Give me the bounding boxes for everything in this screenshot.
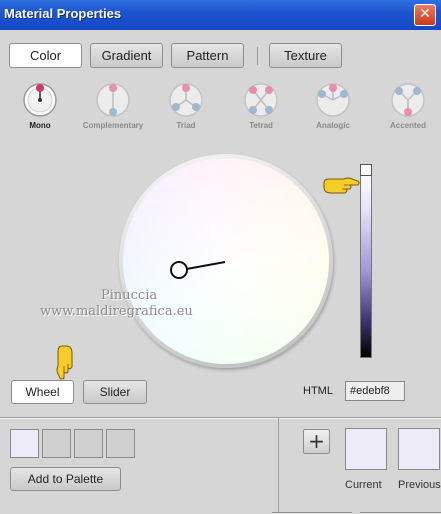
watermark: Pinuccia www.maldiregrafica.eu	[40, 288, 240, 320]
wheel-mode-button[interactable]: Wheel	[11, 380, 74, 404]
harmony-label: Mono	[29, 121, 51, 130]
palette-slot[interactable]	[10, 429, 39, 458]
accented-icon	[391, 83, 425, 117]
mono-icon	[23, 83, 57, 117]
harmony-label: Complementary	[82, 121, 144, 130]
title-bar[interactable]: Material Properties ✕	[0, 0, 441, 30]
harmony-complementary[interactable]: Complementary	[78, 82, 148, 138]
harmony-analogic[interactable]: Analogic	[298, 82, 368, 138]
tab-texture[interactable]: Texture	[269, 43, 342, 68]
harmony-triad[interactable]: Triad	[151, 82, 221, 138]
color-wheel[interactable]	[119, 154, 333, 368]
close-icon[interactable]: ✕	[414, 4, 436, 26]
harmony-label: Accented	[389, 121, 426, 130]
palette-slot[interactable]	[74, 429, 103, 458]
triad-icon	[169, 83, 203, 117]
color-wheel-handle[interactable]	[119, 154, 333, 368]
section-divider-vertical	[278, 418, 279, 514]
complementary-icon	[96, 83, 130, 117]
harmony-tetrad[interactable]: Tetrad	[226, 82, 296, 138]
tab-pattern[interactable]: Pattern	[171, 43, 244, 68]
material-properties-panel: Color Gradient Pattern Texture Mono Comp…	[0, 30, 441, 514]
palette-slot[interactable]	[106, 429, 135, 458]
tab-gradient[interactable]: Gradient	[90, 43, 163, 68]
harmony-mono[interactable]: Mono	[5, 82, 75, 138]
add-to-palette-button[interactable]: Add to Palette	[10, 467, 121, 491]
brightness-slider-thumb[interactable]	[360, 164, 372, 176]
html-color-input[interactable]: #edebf8	[345, 381, 405, 401]
harmony-accented[interactable]: Accented	[373, 82, 441, 138]
harmony-label: Tetrad	[249, 121, 273, 130]
palette-slot[interactable]	[42, 429, 71, 458]
pointing-hand-icon	[56, 345, 73, 380]
tab-separator	[257, 47, 258, 65]
analogic-icon	[316, 83, 350, 117]
pointing-hand-icon	[323, 177, 360, 194]
current-label: Current	[345, 479, 382, 491]
slider-mode-button[interactable]: Slider	[83, 380, 147, 404]
section-divider-highlight	[0, 418, 441, 419]
window-title: Material Properties	[4, 6, 122, 21]
previous-color-swatch[interactable]	[398, 428, 440, 470]
watermark-url: www.maldiregrafica.eu	[40, 304, 193, 319]
harmony-label: Triad	[176, 121, 196, 130]
brightness-slider[interactable]	[360, 168, 372, 358]
harmony-label: Analogic	[316, 121, 350, 130]
plus-icon[interactable]: +	[303, 429, 330, 454]
watermark-name: Pinuccia	[101, 288, 158, 303]
html-label: HTML	[303, 385, 333, 397]
current-color-swatch	[345, 428, 387, 470]
tab-color[interactable]: Color	[9, 43, 82, 68]
previous-label: Previous	[398, 479, 441, 491]
tetrad-icon	[244, 83, 278, 117]
